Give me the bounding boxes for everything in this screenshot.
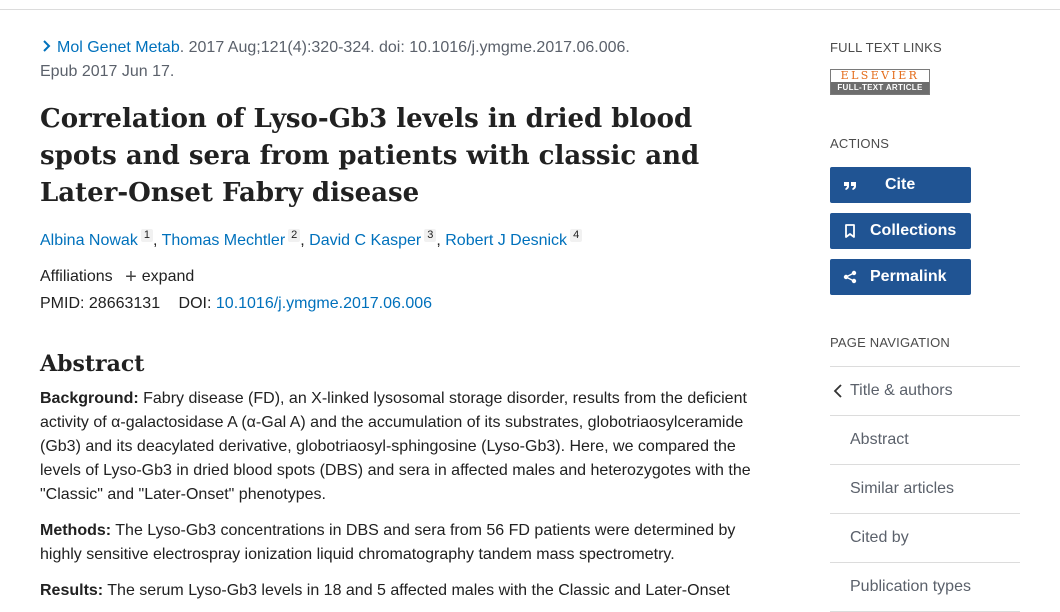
collections-button[interactable]: Collections xyxy=(830,213,971,249)
nav-item-cited-by[interactable]: Cited by xyxy=(830,514,1020,563)
permalink-button[interactable]: Permalink xyxy=(830,259,971,295)
section-text: Fabry disease (FD), an X-linked lysosoma… xyxy=(40,390,751,503)
chevron-right-icon xyxy=(43,40,51,52)
nav-item-label: Abstract xyxy=(850,431,909,448)
nav-item-label: Cited by xyxy=(850,529,909,546)
actions-list: Cite Collections Permalink xyxy=(830,167,1020,295)
journal-name: Mol Genet Metab xyxy=(57,39,180,56)
affiliation-number[interactable]: 3 xyxy=(424,229,437,242)
section-text: The Lyso-Gb3 concentrations in DBS and s… xyxy=(40,522,736,563)
article-main: Mol Genet Metab. 2017 Aug;121(4):320-324… xyxy=(40,36,765,603)
bookmark-icon xyxy=(845,224,855,238)
actions-heading: ACTIONS xyxy=(830,136,890,151)
expand-affiliations-button[interactable]: + expand xyxy=(125,266,195,288)
affiliation-number[interactable]: 1 xyxy=(140,229,153,242)
citation-details: . 2017 Aug;121(4):320-324. doi: 10.1016/… xyxy=(179,39,630,56)
doi-link[interactable]: 10.1016/j.ymgme.2017.06.006 xyxy=(216,295,432,312)
nav-item-similar-articles[interactable]: Similar articles xyxy=(830,465,1020,514)
author-list: Albina Nowak 1, Thomas Mechtler 2, David C… xyxy=(40,229,765,253)
nav-item-title-authors[interactable]: Title & authors xyxy=(830,367,1020,416)
cite-button[interactable]: Cite xyxy=(830,167,971,203)
abstract-background: Background: Fabry disease (FD), an X-lin… xyxy=(40,387,765,507)
article-title: Correlation of Lyso-Gb3 levels in dried … xyxy=(40,104,700,208)
nav-item-publication-types[interactable]: Publication types xyxy=(830,563,1020,612)
top-border xyxy=(0,0,1060,10)
pmid-value: 28663131 xyxy=(88,295,161,312)
journal-menu-link[interactable]: Mol Genet Metab xyxy=(40,39,180,56)
nav-item-label: Title & authors xyxy=(850,382,953,399)
sidebar: FULL TEXT LINKS ELSEVIER FULL-TEXT ARTIC… xyxy=(830,40,1020,612)
permalink-label: Permalink xyxy=(870,268,947,285)
elsevier-full-text-label: FULL-TEXT ARTICLE xyxy=(831,82,929,94)
elsevier-full-text-link[interactable]: ELSEVIER FULL-TEXT ARTICLE xyxy=(830,69,930,95)
chevron-left-icon xyxy=(833,384,842,398)
nav-item-label: Publication types xyxy=(850,578,971,595)
abstract-results: Results: The serum Lyso-Gb3 levels in 18… xyxy=(40,579,765,603)
affiliation-number[interactable]: 4 xyxy=(570,229,583,242)
elsevier-logo-text: ELSEVIER xyxy=(840,69,920,82)
collections-label: Collections xyxy=(870,222,957,239)
doi-label: DOI: xyxy=(178,295,212,312)
affiliation-number[interactable]: 2 xyxy=(288,229,301,242)
pmid-label: PMID: xyxy=(40,295,85,312)
full-text-links-heading: FULL TEXT LINKS xyxy=(830,40,942,55)
section-label: Results: xyxy=(40,582,104,599)
section-label: Methods: xyxy=(40,522,112,539)
citation: Mol Genet Metab. 2017 Aug;121(4):320-324… xyxy=(40,36,765,84)
epub-date: Epub 2017 Jun 17. xyxy=(40,63,175,80)
share-icon xyxy=(843,270,857,284)
plus-icon: + xyxy=(125,266,137,288)
page-navigation-list: Title & authors Abstract Similar article… xyxy=(830,366,1020,612)
expand-label: expand xyxy=(141,268,195,285)
page-navigation-heading: PAGE NAVIGATION xyxy=(830,335,951,350)
abstract-methods: Methods: The Lyso-Gb3 concentrations in … xyxy=(40,519,765,567)
affiliations-label: Affiliations xyxy=(40,268,113,285)
abstract-heading: Abstract xyxy=(40,351,145,377)
affiliations-row: Affiliations + expand xyxy=(40,265,765,289)
quote-icon xyxy=(844,182,856,190)
section-label: Background: xyxy=(40,390,139,407)
section-text: The serum Lyso-Gb3 levels in 18 and 5 af… xyxy=(103,582,730,599)
identifiers: PMID: 28663131 DOI: 10.1016/j.ymgme.2017… xyxy=(40,292,765,316)
author-link[interactable]: Albina Nowak xyxy=(40,232,138,249)
nav-item-label: Similar articles xyxy=(850,480,955,497)
nav-item-abstract[interactable]: Abstract xyxy=(830,416,1020,465)
author-link[interactable]: Thomas Mechtler xyxy=(162,232,286,249)
author-link[interactable]: Robert J Desnick xyxy=(445,232,567,249)
cite-label: Cite xyxy=(885,176,916,193)
author-link[interactable]: David C Kasper xyxy=(309,232,421,249)
